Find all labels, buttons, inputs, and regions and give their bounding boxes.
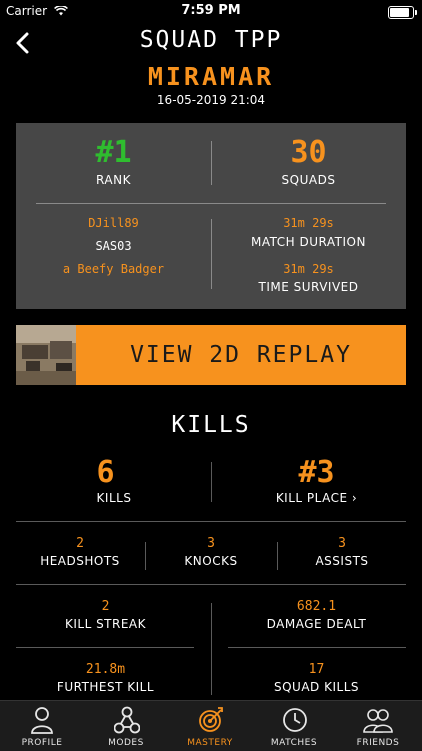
squads-label: SQUADS — [281, 173, 336, 187]
player-name: a Beefy Badger — [62, 262, 165, 276]
kills-value: 6 — [96, 455, 115, 490]
match-duration-value: 31m 29s — [283, 216, 334, 230]
rank-label: RANK — [96, 173, 131, 187]
kill-streak-value: 2 — [101, 599, 110, 614]
kills-section-title: KILLS — [171, 412, 251, 438]
kill-streak-label: KILL STREAK — [64, 617, 147, 631]
tab-label: MASTERY — [187, 738, 233, 748]
tab-modes[interactable]: MODES — [84, 701, 168, 751]
kill-place-link[interactable]: KILL PLACE › — [211, 491, 422, 505]
map-name: MIRAMAR — [147, 62, 275, 91]
tab-label: MATCHES — [270, 738, 318, 748]
match-summary-panel: #1 RANK 30 SQUADS DJill89 SAS03 a Beefy … — [16, 123, 406, 309]
furthest-kill-label: FURTHEST KILL — [56, 680, 155, 694]
squads-value: 30 — [290, 135, 327, 170]
divider — [16, 647, 194, 648]
divider — [228, 647, 406, 648]
squad-kills-value: 17 — [308, 662, 325, 677]
modes-icon — [114, 706, 140, 734]
tab-mastery[interactable]: MASTERY — [168, 701, 252, 751]
time-survived-value: 31m 29s — [283, 262, 334, 276]
tab-label: PROFILE — [21, 738, 63, 748]
kills-label: KILLS — [96, 491, 132, 505]
damage-dealt-value: 682.1 — [296, 599, 337, 614]
assists-value: 3 — [338, 536, 346, 551]
player-name: SAS03 — [95, 239, 132, 253]
tab-label: FRIENDS — [356, 738, 400, 748]
furthest-kill-value: 21.8m — [85, 662, 126, 677]
page-title: SQUAD TPP — [139, 27, 283, 53]
tab-bar: PROFILE MODES MASTERY MATCHES FRIENDS — [0, 700, 422, 751]
replay-label: VIEW 2D REPLAY — [130, 342, 352, 368]
divider — [36, 203, 386, 204]
status-bar: Carrier 7:59 PM — [0, 0, 422, 22]
match-duration-label: MATCH DURATION — [251, 235, 366, 249]
match-date: 16-05-2019 21:04 — [156, 93, 266, 107]
damage-dealt-label: DAMAGE DEALT — [266, 617, 367, 631]
person-icon — [31, 707, 53, 734]
divider — [16, 584, 406, 585]
tab-label: MODES — [108, 738, 144, 748]
replay-thumbnail — [16, 325, 76, 385]
battery-icon — [388, 6, 417, 19]
time-survived-label: TIME SURVIVED — [258, 280, 359, 294]
divider — [16, 521, 406, 522]
tab-friends[interactable]: FRIENDS — [336, 701, 420, 751]
view-2d-replay-button[interactable]: VIEW 2D REPLAY — [16, 325, 406, 385]
divider — [211, 141, 212, 185]
status-time: 7:59 PM — [181, 3, 241, 18]
friends-icon — [363, 709, 393, 733]
player-name: DJill89 — [88, 216, 139, 230]
rank-value: #1 — [95, 135, 132, 170]
kill-place-value: #3 — [298, 455, 335, 490]
target-icon — [199, 707, 223, 732]
tab-matches[interactable]: MATCHES — [252, 701, 336, 751]
tab-profile[interactable]: PROFILE — [0, 701, 84, 751]
squad-kills-label: SQUAD KILLS — [273, 680, 359, 694]
assists-label: ASSISTS — [315, 554, 369, 568]
clock-icon — [283, 708, 307, 732]
